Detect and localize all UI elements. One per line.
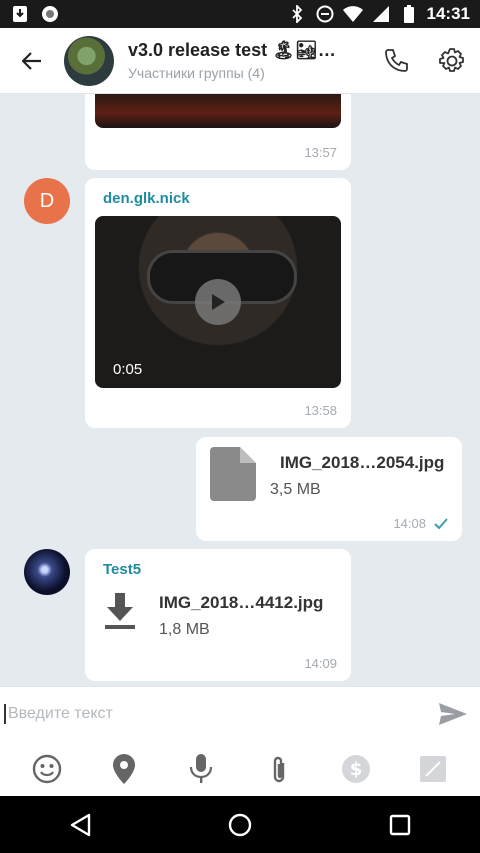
location-button[interactable] — [102, 747, 146, 791]
payment-button[interactable]: $ — [334, 747, 378, 791]
settings-button[interactable] — [424, 28, 480, 94]
play-icon — [212, 294, 225, 310]
file-size: 3,5 MB — [270, 481, 321, 498]
download-button[interactable] — [103, 591, 137, 631]
composer: $ — [0, 686, 480, 796]
location-icon — [112, 754, 135, 784]
group-avatar[interactable] — [64, 35, 114, 86]
file-name: IMG_2018…2054.jpg — [280, 453, 445, 472]
file-attachment[interactable]: IMG_2018…4412.jpg 1,8 MB — [103, 591, 323, 639]
record-notification-icon — [40, 4, 60, 24]
attachment-icon — [273, 756, 284, 783]
file-size: 1,8 MB — [159, 621, 210, 638]
nav-recents-button[interactable] — [370, 796, 430, 853]
status-time: 14:31 — [426, 4, 470, 23]
message-bubble[interactable]: 13:57 — [85, 94, 351, 170]
attach-button[interactable] — [257, 747, 301, 791]
battery-icon — [399, 4, 419, 24]
svg-text:$: $ — [350, 759, 363, 780]
file-attachment[interactable]: IMG_2018…2054.jpg 3,5 MB — [210, 447, 444, 501]
chat-title: v3.0 release test 🏝🏜🏔 … — [128, 40, 358, 60]
emoji-icon — [32, 754, 61, 784]
send-button[interactable] — [426, 687, 480, 741]
message-bubble-outgoing[interactable]: IMG_2018…2054.jpg 3,5 MB 14:08 — [196, 437, 462, 541]
gear-icon — [439, 47, 464, 72]
video-thumbnail[interactable]: 0:05 — [95, 216, 341, 388]
arrow-left-icon — [22, 51, 41, 70]
send-icon — [439, 703, 467, 725]
phone-icon — [385, 48, 408, 72]
emoji-button[interactable] — [25, 747, 69, 791]
play-button[interactable] — [195, 279, 241, 325]
message-time: 14:08 — [393, 516, 448, 531]
chat-title-block[interactable]: v3.0 release test 🏝🏜🏔 … Участники группы… — [128, 40, 368, 81]
sticker-button[interactable] — [411, 747, 455, 791]
avatar-letter: D — [39, 189, 55, 212]
microphone-icon — [190, 754, 213, 783]
message-time: 14:09 — [304, 656, 337, 671]
file-name: IMG_2018…4412.jpg — [159, 593, 324, 612]
chat-subtitle: Участники группы (4) — [128, 65, 265, 81]
chat-header: v3.0 release test 🏝🏜🏔 … Участники группы… — [0, 28, 480, 94]
message-bubble[interactable]: den.glk.nick 0:05 13:58 — [85, 178, 351, 428]
nav-home-button[interactable] — [210, 796, 270, 853]
avatar[interactable] — [24, 549, 70, 595]
composer-toolbar: $ — [0, 741, 480, 797]
nav-back-button[interactable] — [50, 796, 110, 853]
message-time: 13:58 — [304, 403, 337, 418]
photo-thumbnail[interactable] — [95, 94, 341, 128]
wifi-icon — [342, 4, 363, 24]
message-input[interactable] — [8, 705, 426, 723]
system-nav-bar — [0, 796, 480, 853]
file-icon — [210, 447, 256, 501]
text-cursor — [4, 704, 6, 724]
status-bar: 14:31 — [0, 0, 480, 28]
voice-button[interactable] — [179, 747, 223, 791]
do-not-disturb-icon — [315, 4, 335, 24]
signal-icon — [371, 4, 391, 24]
bluetooth-icon — [287, 4, 307, 24]
square-recents-icon — [389, 814, 411, 835]
download-icon — [105, 593, 135, 629]
download-notification-icon — [10, 4, 30, 24]
avatar[interactable]: D — [24, 178, 70, 224]
sticker-icon — [420, 756, 447, 782]
message-list[interactable]: 13:57 D den.glk.nick 0:05 13:58 IMG_2018… — [0, 94, 480, 686]
message-bubble[interactable]: Test5 IMG_2018…4412.jpg 1,8 MB 14:09 — [85, 549, 351, 681]
triangle-back-icon — [70, 813, 91, 836]
sender-name[interactable]: den.glk.nick — [103, 190, 190, 207]
back-button[interactable] — [0, 28, 64, 94]
sender-name[interactable]: Test5 — [103, 561, 141, 578]
money-icon: $ — [341, 755, 370, 783]
call-button[interactable] — [368, 28, 424, 94]
circle-home-icon — [228, 813, 252, 836]
check-icon — [434, 518, 448, 529]
message-time: 13:57 — [304, 145, 337, 160]
video-duration: 0:05 — [113, 361, 143, 378]
